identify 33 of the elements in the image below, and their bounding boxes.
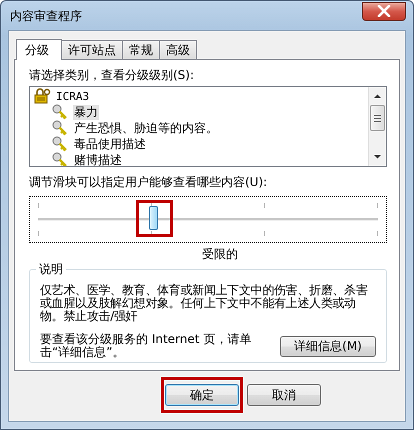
- group-title: 说明: [36, 262, 66, 277]
- tree-item[interactable]: 产生恐惧、胁迫等的内容。: [73, 120, 219, 136]
- window-title: 内容审查程序: [9, 8, 82, 25]
- tree-item[interactable]: 毒品使用描述: [73, 136, 147, 152]
- scroll-down-icon[interactable]: [373, 154, 382, 160]
- key-icon: [51, 104, 69, 120]
- rating-slider[interactable]: [29, 196, 387, 243]
- scroll-up-icon[interactable]: [373, 93, 382, 99]
- scrollbar[interactable]: [368, 87, 386, 166]
- tab[interactable]: 常规: [122, 40, 160, 59]
- tree-item[interactable]: 暴力: [73, 104, 99, 120]
- tab[interactable]: 高级: [159, 40, 197, 59]
- dialog-button[interactable]: 取消: [247, 384, 321, 406]
- category-tree[interactable]: ICRA3 暴力 产生恐惧、胁迫等的内容。 毒品使用描述 赌博描述: [29, 86, 387, 167]
- close-icon: [377, 5, 391, 17]
- category-label: 请选择类别，查看分级级别(S):: [29, 67, 196, 83]
- details-button[interactable]: 详细信息(M): [280, 336, 376, 356]
- description-text: 仅艺术、医学、教育、体育或新闻上下文中的伤害、折磨、杀害或血腥以及肢解幻想对象。任何上下文中不能有上述人类或动物。禁止攻击/强奸: [40, 284, 369, 323]
- key-icon: [51, 136, 69, 152]
- rating-level-text: 受限的: [202, 247, 238, 262]
- close-button[interactable]: [362, 2, 406, 20]
- key-icon: [51, 120, 69, 136]
- tree-item[interactable]: ICRA3: [55, 88, 90, 104]
- slider-label: 调节滑块可以指定用户能够查看哪些内容(U):: [29, 174, 268, 190]
- dialog-button[interactable]: 确定: [165, 384, 239, 406]
- tab[interactable]: 分级: [16, 39, 62, 60]
- key-icon: [51, 152, 69, 166]
- tab[interactable]: 许可站点: [61, 40, 123, 59]
- lock-icon: [33, 88, 51, 104]
- tree-item[interactable]: 赌博描述: [73, 152, 123, 166]
- details-prompt: 要查看该分级服务的 Internet 页，请单击“详细信息”。: [40, 333, 252, 359]
- scroll-thumb[interactable]: [370, 105, 385, 131]
- slider-thumb[interactable]: [148, 206, 158, 230]
